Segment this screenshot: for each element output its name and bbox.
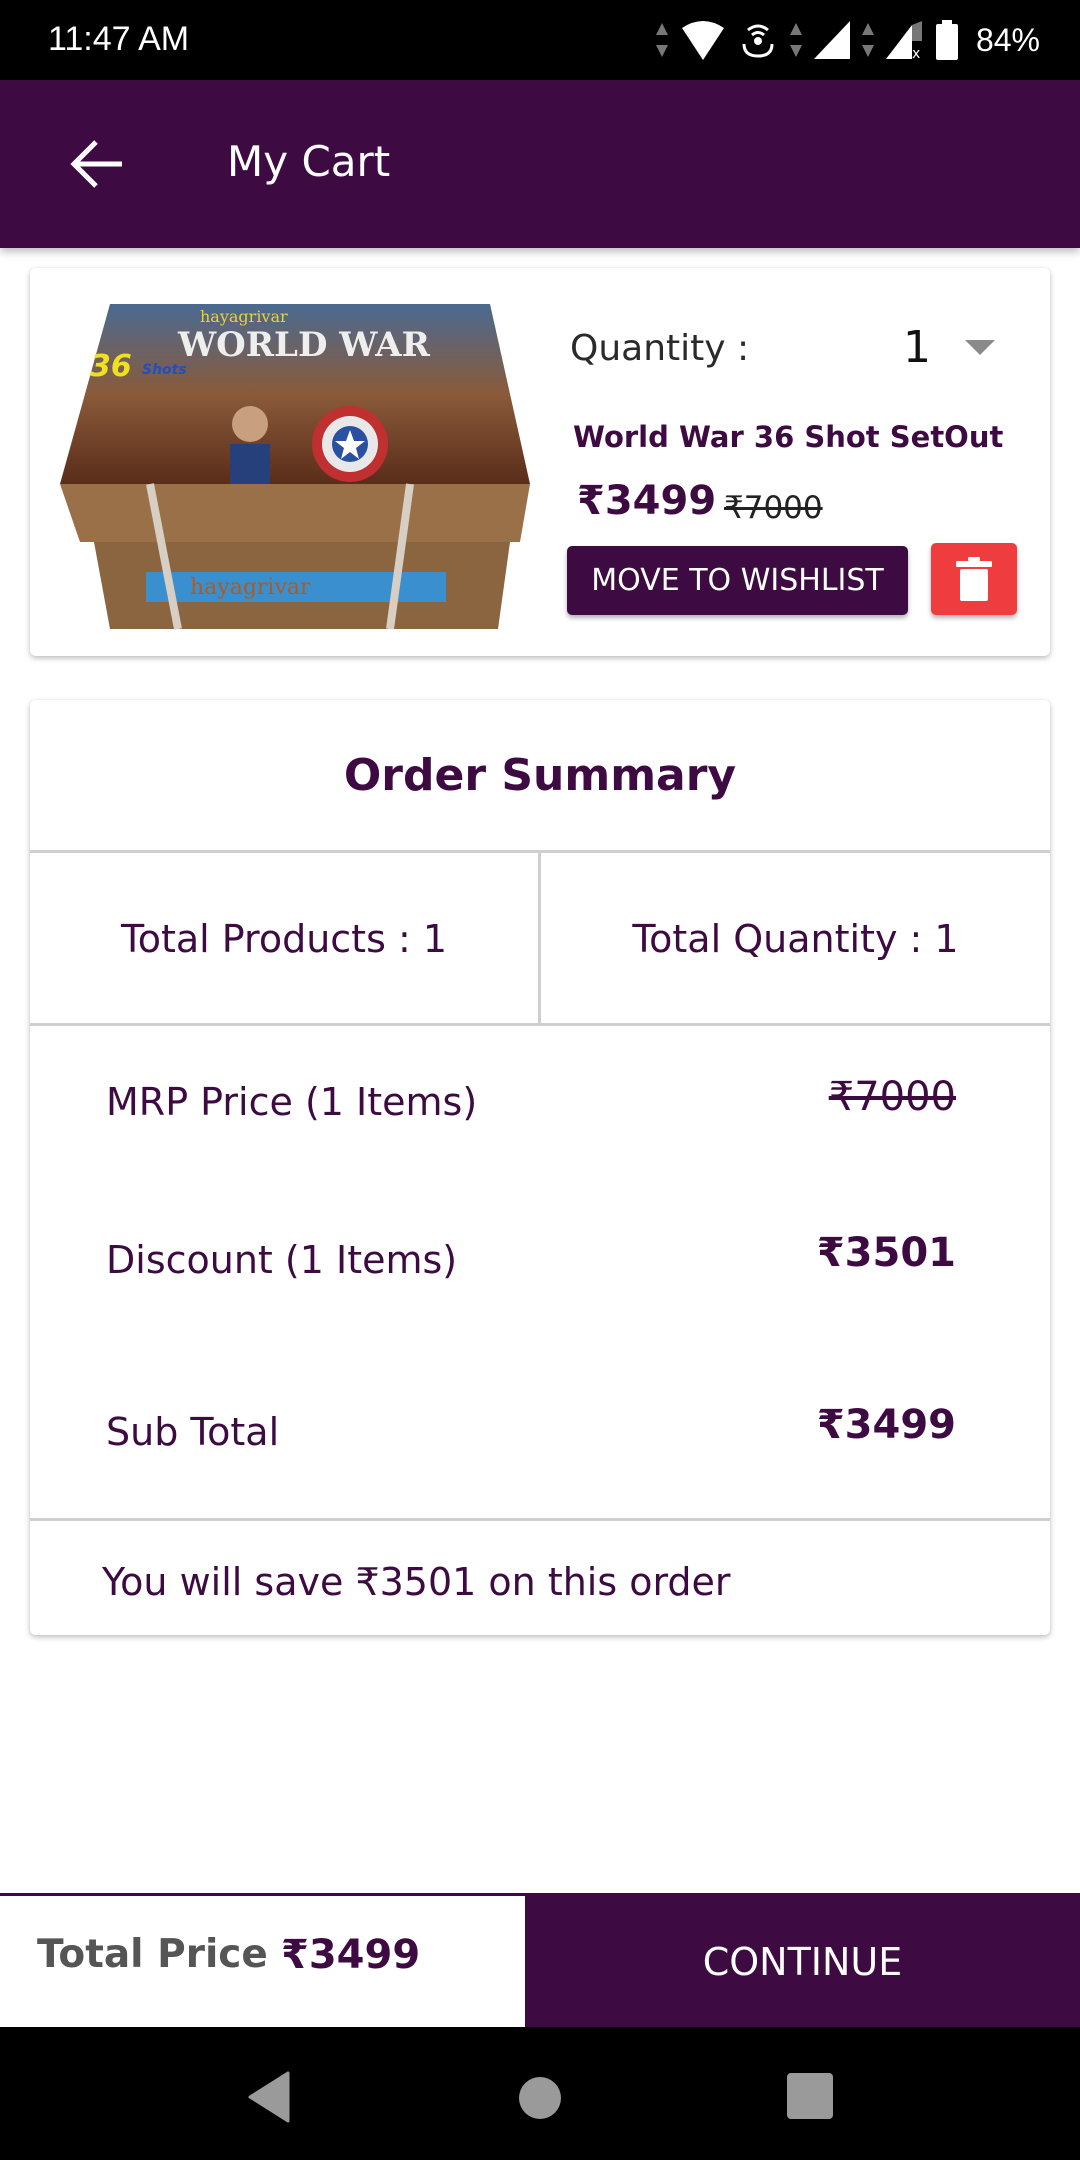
box-brand-text: hayagrivar [190,575,311,600]
battery-percent: 84% [975,21,1040,58]
wifi-icon [681,21,724,60]
product-name[interactable]: World War 36 Shot SetOut [573,420,1003,454]
status-time: 11:47 AM [48,20,190,58]
trash-icon [956,557,992,601]
divider [30,1518,1050,1521]
discount-value: ₹3501 [816,1230,956,1276]
status-icons: x 84% [655,18,1040,62]
arrow-left-icon [70,140,122,188]
hotspot-icon [742,24,774,58]
quantity-select[interactable]: 1 [903,322,931,373]
box-top-brand-text: hayagrivar [200,307,288,326]
mrp-value: ₹7000 [828,1074,956,1120]
back-button[interactable] [66,134,126,194]
data-arrows-icon [655,23,668,57]
order-summary-card: Order Summary Total Products : 1 Total Q… [30,700,1050,1635]
product-image[interactable]: hayagrivar hayagrivar WORLD WAR 36 Shots [50,294,530,634]
total-quantity: Total Quantity : 1 [632,917,959,961]
product-mrp: ₹7000 [724,490,823,526]
savings-text: You will save ₹3501 on this order [102,1560,731,1604]
data-arrows-icon [789,23,802,57]
signal-no-sim-icon: x [885,21,922,59]
order-summary-title: Order Summary [343,749,737,801]
subtotal-value: ₹3499 [816,1402,956,1448]
checkout-bar: Total Price ₹3499 CONTINUE [0,1893,1080,2030]
battery-icon [935,20,958,60]
nav-recents-icon[interactable] [787,2073,833,2119]
box-title-text: WORLD WAR [177,325,431,365]
subtotal-label: Sub Total [106,1410,280,1454]
app-bar: My Cart [0,80,1080,248]
cart-item-card: hayagrivar hayagrivar WORLD WAR 36 Shots… [30,268,1050,656]
discount-label: Discount (1 Items) [106,1238,458,1282]
mrp-label: MRP Price (1 Items) [106,1080,478,1124]
total-products: Total Products : 1 [120,917,448,961]
move-to-wishlist-button[interactable]: MOVE TO WISHLIST [567,546,908,615]
chevron-down-icon[interactable] [965,340,995,355]
delete-item-button[interactable] [931,543,1017,615]
signal-icon [813,21,850,59]
page-title: My Cart [227,137,391,186]
box-shots-number: 36 [90,349,132,384]
system-nav-bar [0,2027,1080,2160]
total-price-value: ₹3499 [281,1932,421,1978]
svg-text:x: x [912,46,920,59]
box-shots-text: Shots [142,362,187,378]
total-price-label: Total Price [37,1932,268,1977]
status-bar: 11:47 AM x 84% [0,0,1080,80]
product-price: ₹3499 [577,478,717,524]
nav-back-icon[interactable] [246,2071,290,2123]
divider [30,1023,1050,1026]
quantity-label: Quantity : [570,328,750,369]
data-arrows-icon [861,23,874,57]
nav-home-icon[interactable] [519,2077,561,2119]
continue-button[interactable]: CONTINUE [525,1893,1080,2030]
